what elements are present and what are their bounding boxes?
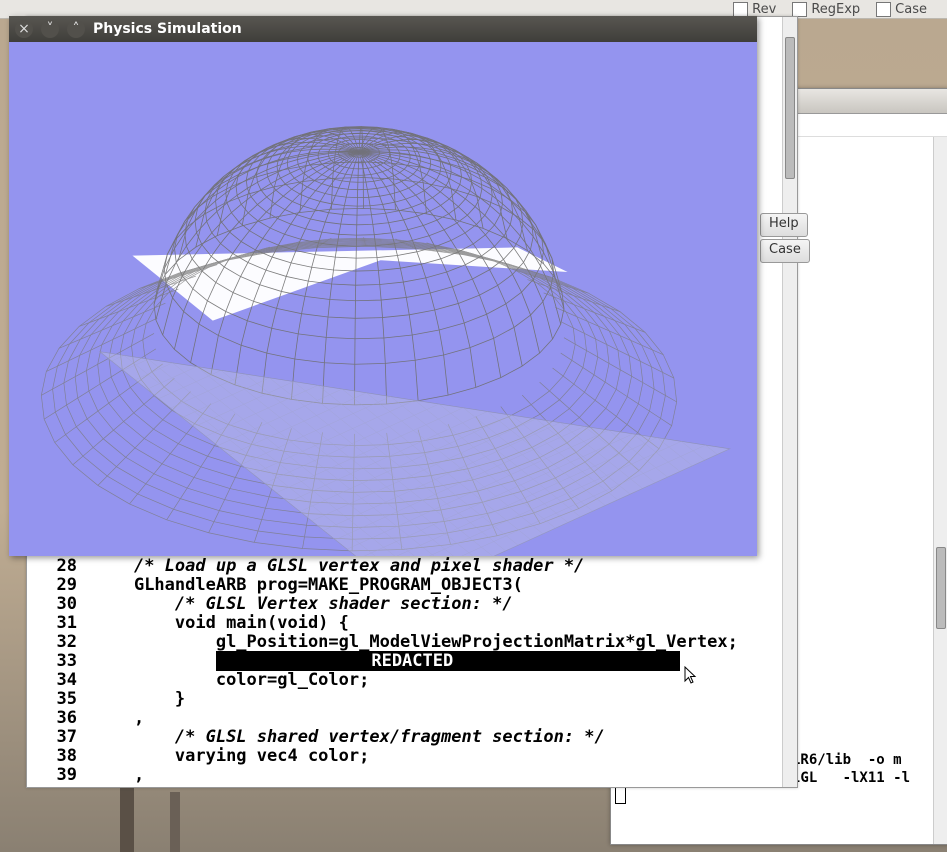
editor-scrollbar[interactable] bbox=[782, 17, 797, 787]
code-line[interactable]: 31 void main(void) { bbox=[33, 614, 783, 633]
terminal-scrollbar[interactable] bbox=[933, 137, 947, 844]
simulation-title: Physics Simulation bbox=[93, 20, 242, 38]
code-line[interactable]: 28 /* Load up a GLSL vertex and pixel sh… bbox=[33, 557, 783, 576]
rev-checkbox[interactable]: Rev bbox=[733, 2, 776, 17]
code-line[interactable]: 35 } bbox=[33, 690, 783, 709]
code-line[interactable]: 32 gl_Position=gl_ModelViewProjectionMat… bbox=[33, 633, 783, 652]
help-button[interactable]: Help bbox=[760, 213, 808, 237]
code-line[interactable]: 36 , bbox=[33, 709, 783, 728]
code-line[interactable]: 39 , bbox=[33, 766, 783, 785]
scrollbar-thumb[interactable] bbox=[936, 547, 946, 629]
code-line[interactable]: 29 GLhandleARB prog=MAKE_PROGRAM_OBJECT3… bbox=[33, 576, 783, 595]
scrollbar-thumb[interactable] bbox=[785, 37, 795, 179]
code-line[interactable]: 38 varying vec4 color; bbox=[33, 747, 783, 766]
close-button[interactable]: × bbox=[15, 20, 33, 38]
minimize-button[interactable]: ˅ bbox=[41, 20, 59, 38]
maximize-button[interactable]: ˄ bbox=[67, 20, 85, 38]
code-line[interactable]: 30 /* GLSL Vertex shader section: */ bbox=[33, 595, 783, 614]
simulation-titlebar[interactable]: × ˅ ˄ Physics Simulation bbox=[9, 16, 757, 42]
code-line[interactable]: 37 /* GLSL shared vertex/fragment sectio… bbox=[33, 728, 783, 747]
case-button[interactable]: Case bbox=[760, 239, 810, 263]
code-line[interactable]: 34 color=gl_Color; bbox=[33, 671, 783, 690]
case-checkbox[interactable]: Case bbox=[876, 2, 927, 17]
simulation-window[interactable]: × ˅ ˄ Physics Simulation bbox=[9, 16, 757, 556]
code-line[interactable]: 33 REDACTED bbox=[33, 652, 783, 671]
regexp-checkbox[interactable]: RegExp bbox=[792, 2, 860, 17]
opengl-viewport[interactable] bbox=[9, 42, 757, 556]
